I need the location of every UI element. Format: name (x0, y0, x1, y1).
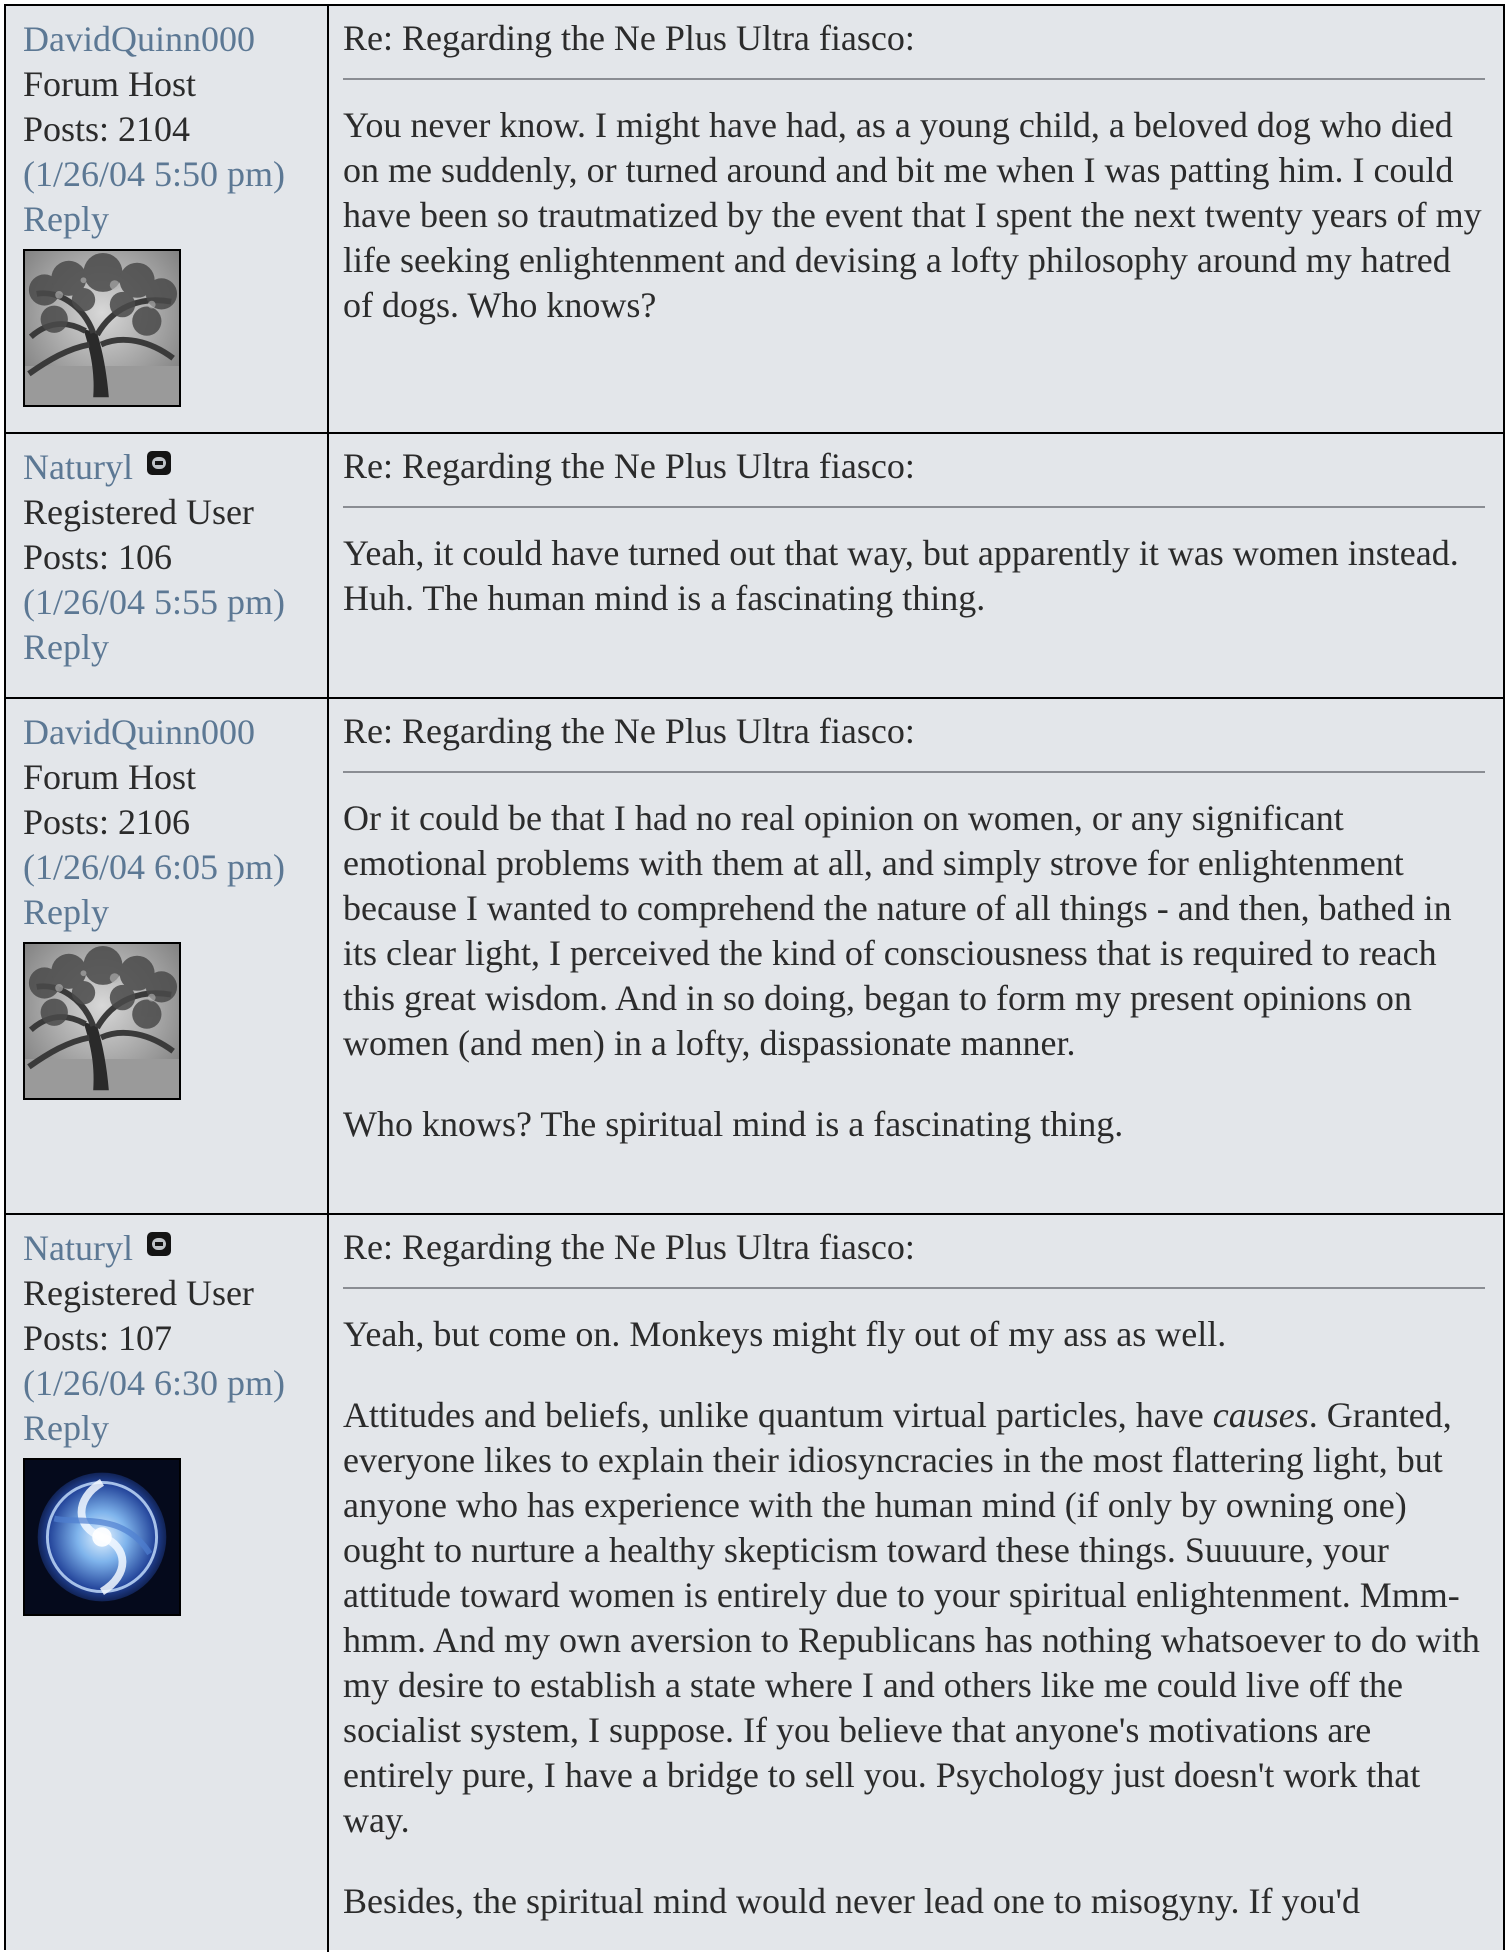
author-name-line: Naturyl (23, 1226, 327, 1271)
post-divider (343, 1287, 1485, 1289)
post-body: Re: Regarding the Ne Plus Ultra fiasco: … (329, 699, 1503, 1213)
author-post-count: Posts: 107 (23, 1318, 173, 1358)
post-author-panel: DavidQuinn000 Forum Host Posts: 2106 (1/… (6, 699, 329, 1213)
post-body: Re: Regarding the Ne Plus Ultra fiasco: … (329, 1215, 1503, 1952)
author-avatar (23, 942, 181, 1100)
post-body: Re: Regarding the Ne Plus Ultra fiasco: … (329, 434, 1503, 697)
emphasized-text: causes (1212, 1395, 1309, 1435)
post-paragraph: Who knows? The spiritual mind is a fasci… (343, 1104, 1124, 1144)
author-rank: Forum Host (23, 64, 197, 104)
alien-face-icon (146, 451, 171, 475)
post-timestamp-link[interactable]: (1/26/04 6:05 pm) (23, 845, 327, 890)
author-name-line: Naturyl (23, 445, 327, 490)
post-timestamp-link[interactable]: (1/26/04 5:50 pm) (23, 152, 327, 197)
forum-post: Naturyl Registered User Posts: 107 (1/26… (6, 1215, 1503, 1952)
post-body: Re: Regarding the Ne Plus Ultra fiasco: … (329, 6, 1503, 432)
post-paragraph: Attitudes and beliefs, unlike quantum vi… (343, 1393, 1485, 1843)
reply-link[interactable]: Reply (23, 625, 327, 670)
reply-link[interactable]: Reply (23, 1406, 327, 1451)
reply-link[interactable]: Reply (23, 890, 327, 935)
post-divider (343, 78, 1485, 80)
post-divider (343, 771, 1485, 773)
author-post-count: Posts: 2104 (23, 109, 191, 149)
post-paragraph: Besides, the spiritual mind would never … (343, 1881, 1360, 1921)
author-username-link[interactable]: Naturyl (23, 1228, 133, 1268)
author-username-link[interactable]: DavidQuinn000 (23, 710, 327, 755)
post-timestamp-link[interactable]: (1/26/04 6:30 pm) (23, 1361, 327, 1406)
post-subject: Re: Regarding the Ne Plus Ultra fiasco: (343, 1227, 915, 1267)
alien-face-icon (146, 1232, 171, 1256)
forum-post: DavidQuinn000 Forum Host Posts: 2104 (1/… (6, 6, 1503, 434)
post-author-panel: DavidQuinn000 Forum Host Posts: 2104 (1/… (6, 6, 329, 432)
forum-thread: DavidQuinn000 Forum Host Posts: 2104 (1/… (4, 4, 1505, 1952)
author-rank: Registered User (23, 1273, 254, 1313)
post-author-panel: Naturyl Registered User Posts: 106 (1/26… (6, 434, 329, 697)
post-paragraph: You never know. I might have had, as a y… (343, 105, 1482, 325)
author-username-link[interactable]: Naturyl (23, 447, 133, 487)
post-author-panel: Naturyl Registered User Posts: 107 (1/26… (6, 1215, 329, 1952)
post-paragraph: Or it could be that I had no real opinio… (343, 798, 1452, 1063)
author-rank: Forum Host (23, 757, 197, 797)
post-subject: Re: Regarding the Ne Plus Ultra fiasco: (343, 446, 915, 486)
post-paragraph: Yeah, but come on. Monkeys might fly out… (343, 1314, 1227, 1354)
forum-post: DavidQuinn000 Forum Host Posts: 2106 (1/… (6, 699, 1503, 1215)
author-avatar (23, 249, 181, 407)
paragraph-text: . Granted, everyone likes to explain the… (343, 1395, 1480, 1840)
post-timestamp-link[interactable]: (1/26/04 5:55 pm) (23, 580, 327, 625)
author-rank: Registered User (23, 492, 254, 532)
author-post-count: Posts: 106 (23, 537, 173, 577)
paragraph-text: Attitudes and beliefs, unlike quantum vi… (343, 1395, 1213, 1435)
reply-link[interactable]: Reply (23, 197, 327, 242)
post-subject: Re: Regarding the Ne Plus Ultra fiasco: (343, 18, 915, 58)
author-post-count: Posts: 2106 (23, 802, 191, 842)
author-username-link[interactable]: DavidQuinn000 (23, 17, 327, 62)
post-divider (343, 506, 1485, 508)
post-paragraph: Yeah, it could have turned out that way,… (343, 533, 1459, 618)
forum-post: Naturyl Registered User Posts: 106 (1/26… (6, 434, 1503, 699)
post-subject: Re: Regarding the Ne Plus Ultra fiasco: (343, 711, 915, 751)
author-avatar (23, 1458, 181, 1616)
